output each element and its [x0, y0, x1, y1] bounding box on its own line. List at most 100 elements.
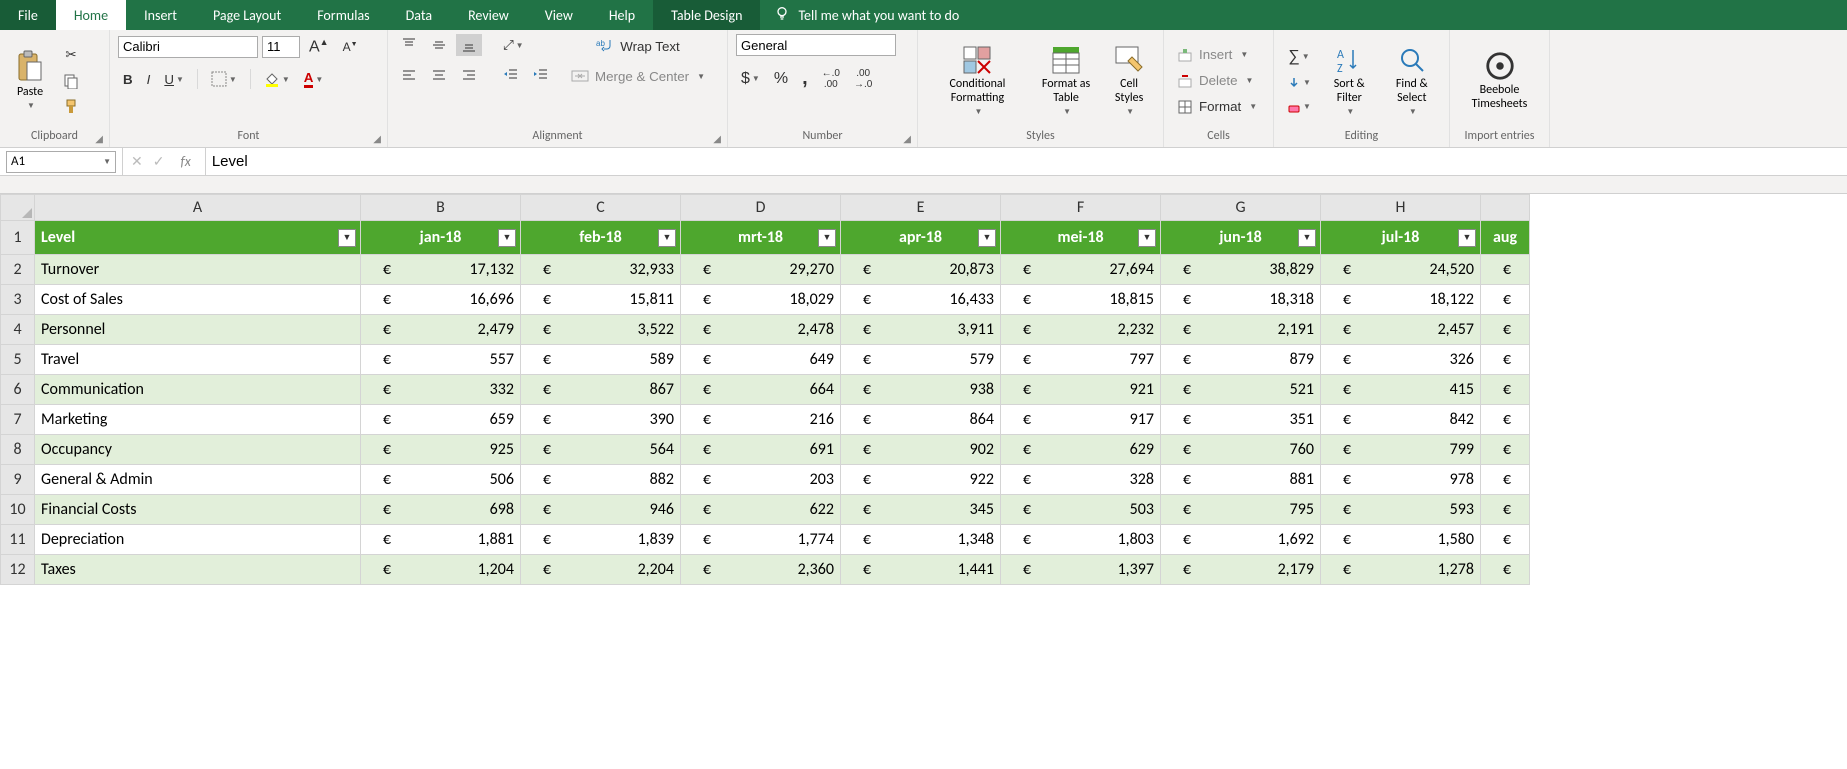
tab-formulas[interactable]: Formulas: [299, 0, 387, 30]
alignment-dialog-launcher[interactable]: ◢: [713, 132, 721, 145]
cell-value[interactable]: €: [1481, 525, 1530, 555]
cell-value[interactable]: €579: [841, 345, 1001, 375]
col-header-G[interactable]: G: [1161, 195, 1321, 221]
cell-value[interactable]: €16,433: [841, 285, 1001, 315]
cell-value[interactable]: €2,204: [521, 555, 681, 585]
cell-value[interactable]: €1,774: [681, 525, 841, 555]
clear-button[interactable]: ▼: [1282, 97, 1316, 117]
filter-dropdown-icon[interactable]: ▼: [978, 229, 996, 247]
cell-value[interactable]: €: [1481, 255, 1530, 285]
enter-formula-icon[interactable]: ✓: [153, 153, 165, 170]
cell-value[interactable]: €1,278: [1321, 555, 1481, 585]
cell-value[interactable]: €: [1481, 555, 1530, 585]
cell-value[interactable]: €2,232: [1001, 315, 1161, 345]
cell-value[interactable]: €557: [361, 345, 521, 375]
select-all-corner[interactable]: [1, 195, 35, 221]
cell-label[interactable]: Turnover: [35, 255, 361, 285]
cell-value[interactable]: €2,360: [681, 555, 841, 585]
cell-value[interactable]: €1,204: [361, 555, 521, 585]
col-header-F[interactable]: F: [1001, 195, 1161, 221]
increase-decimal-button[interactable]: ←.0.00: [817, 65, 845, 93]
row-header-3[interactable]: 3: [1, 285, 35, 315]
align-left-button[interactable]: [396, 64, 422, 86]
tab-data[interactable]: Data: [388, 0, 450, 30]
cell-value[interactable]: €921: [1001, 375, 1161, 405]
cell-value[interactable]: €698: [361, 495, 521, 525]
cell-value[interactable]: €691: [681, 435, 841, 465]
cell-value[interactable]: €1,839: [521, 525, 681, 555]
table-header-month-3[interactable]: apr-18▼: [841, 221, 1001, 255]
decrease-font-button[interactable]: A▼: [338, 37, 363, 57]
filter-dropdown-icon[interactable]: ▼: [1458, 229, 1476, 247]
formula-input[interactable]: [206, 151, 1847, 173]
cell-value[interactable]: €622: [681, 495, 841, 525]
col-header-E[interactable]: E: [841, 195, 1001, 221]
tab-review[interactable]: Review: [450, 0, 527, 30]
comma-format-button[interactable]: ,: [797, 64, 813, 93]
bold-button[interactable]: B: [118, 69, 138, 90]
font-size-select[interactable]: [262, 36, 300, 58]
cell-value[interactable]: €2,457: [1321, 315, 1481, 345]
beebole-button[interactable]: Beebole Timesheets: [1458, 34, 1541, 127]
cell-value[interactable]: €917: [1001, 405, 1161, 435]
filter-dropdown-icon[interactable]: ▼: [1138, 229, 1156, 247]
col-header-B[interactable]: B: [361, 195, 521, 221]
cell-value[interactable]: €879: [1161, 345, 1321, 375]
row-header-5[interactable]: 5: [1, 345, 35, 375]
autosum-button[interactable]: ∑▼: [1282, 45, 1316, 69]
table-header-month-1[interactable]: feb-18▼: [521, 221, 681, 255]
table-header-month-0[interactable]: jan-18▼: [361, 221, 521, 255]
cell-value[interactable]: €938: [841, 375, 1001, 405]
table-header-month-4[interactable]: mei-18▼: [1001, 221, 1161, 255]
cell-value[interactable]: €15,811: [521, 285, 681, 315]
conditional-formatting-button[interactable]: Conditional Formatting▼: [926, 34, 1029, 127]
insert-cells-button[interactable]: Insert▼: [1172, 44, 1265, 66]
cell-value[interactable]: €503: [1001, 495, 1161, 525]
row-header-4[interactable]: 4: [1, 315, 35, 345]
align-center-button[interactable]: [426, 64, 452, 86]
cell-value[interactable]: €1,803: [1001, 525, 1161, 555]
cell-value[interactable]: €2,191: [1161, 315, 1321, 345]
italic-button[interactable]: I: [142, 69, 156, 90]
row-header-9[interactable]: 9: [1, 465, 35, 495]
cell-value[interactable]: €797: [1001, 345, 1161, 375]
cell-value[interactable]: €17,132: [361, 255, 521, 285]
cell-value[interactable]: €864: [841, 405, 1001, 435]
cell-value[interactable]: €2,478: [681, 315, 841, 345]
cell-value[interactable]: €902: [841, 435, 1001, 465]
cell-value[interactable]: €18,029: [681, 285, 841, 315]
cell-value[interactable]: €: [1481, 435, 1530, 465]
table-header-level[interactable]: Level▼: [35, 221, 361, 255]
cell-value[interactable]: €332: [361, 375, 521, 405]
cell-value[interactable]: €2,479: [361, 315, 521, 345]
cell-value[interactable]: €946: [521, 495, 681, 525]
find-select-button[interactable]: Find & Select▼: [1383, 34, 1441, 127]
cell-value[interactable]: €867: [521, 375, 681, 405]
cell-value[interactable]: €593: [1321, 495, 1481, 525]
cell-value[interactable]: €978: [1321, 465, 1481, 495]
increase-indent-button[interactable]: [528, 64, 554, 86]
cell-value[interactable]: €29,270: [681, 255, 841, 285]
cell-value[interactable]: €: [1481, 465, 1530, 495]
percent-format-button[interactable]: %: [769, 67, 793, 91]
row-header-1[interactable]: 1: [1, 221, 35, 255]
tab-help[interactable]: Help: [591, 0, 653, 30]
name-box[interactable]: A1 ▼: [6, 151, 116, 173]
delete-cells-button[interactable]: Delete▼: [1172, 70, 1265, 92]
cell-label[interactable]: Occupancy: [35, 435, 361, 465]
cell-label[interactable]: Communication: [35, 375, 361, 405]
cell-value[interactable]: €18,815: [1001, 285, 1161, 315]
cell-label[interactable]: Travel: [35, 345, 361, 375]
paste-button[interactable]: Paste ▼: [8, 34, 52, 127]
cell-value[interactable]: €760: [1161, 435, 1321, 465]
col-header-D[interactable]: D: [681, 195, 841, 221]
cell-value[interactable]: €3,911: [841, 315, 1001, 345]
cell-value[interactable]: €: [1481, 315, 1530, 345]
cell-value[interactable]: €38,829: [1161, 255, 1321, 285]
filter-dropdown-icon[interactable]: ▼: [818, 229, 836, 247]
cell-value[interactable]: €: [1481, 375, 1530, 405]
cell-label[interactable]: Marketing: [35, 405, 361, 435]
cell-value[interactable]: €: [1481, 285, 1530, 315]
cell-value[interactable]: €326: [1321, 345, 1481, 375]
tab-page-layout[interactable]: Page Layout: [195, 0, 299, 30]
